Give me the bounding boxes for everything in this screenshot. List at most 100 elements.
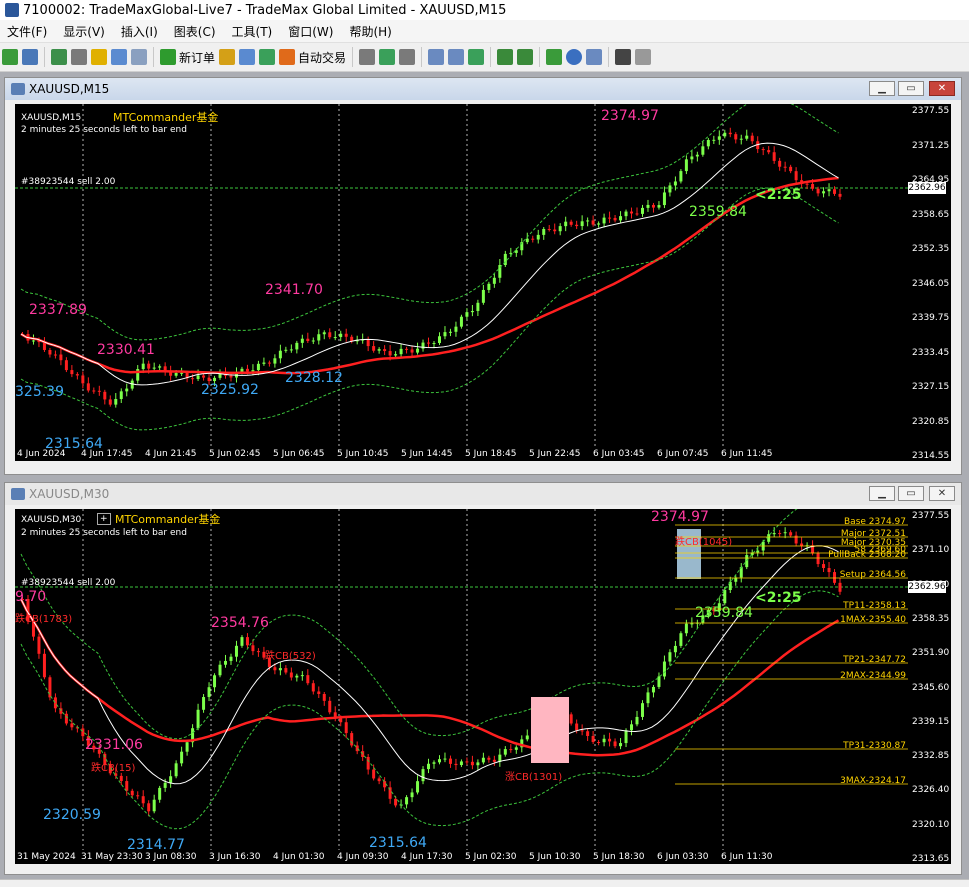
autoscroll-button[interactable]	[497, 46, 514, 68]
minimize-button[interactable]: ▁	[869, 81, 895, 96]
navigator-button[interactable]	[91, 46, 107, 68]
maximize-button[interactable]: ▭	[898, 81, 924, 96]
candle-body	[580, 221, 584, 227]
bar-chart-button[interactable]	[359, 46, 376, 68]
close-button[interactable]: ✕	[929, 486, 955, 501]
candle-body	[822, 564, 826, 569]
candle-body	[256, 363, 260, 371]
candle-body	[229, 656, 233, 661]
candle-body	[328, 700, 332, 713]
tile-button[interactable]	[468, 46, 485, 68]
menu-insert[interactable]: 插入(I)	[114, 23, 167, 40]
candle-body	[125, 388, 129, 392]
crosshair-icon	[71, 49, 87, 65]
clock-icon	[566, 49, 583, 65]
menu-charts[interactable]: 图表(C)	[167, 23, 225, 40]
candle-body	[196, 709, 200, 729]
market-watch-button[interactable]	[51, 46, 67, 68]
ma-fast-line	[20, 545, 839, 785]
menu-tools[interactable]: 工具(T)	[225, 23, 282, 40]
indicators-icon	[546, 49, 563, 65]
candle-body	[602, 217, 606, 224]
window-titlebar[interactable]: XAUUSD,M15 ▁ ▭ ✕	[5, 78, 961, 100]
templates-button[interactable]	[586, 46, 603, 68]
candle-body	[827, 568, 831, 573]
candle-body	[251, 645, 255, 652]
candle-body	[437, 336, 441, 344]
price-axis[interactable]: 2377.552371.102364.802358.352351.902345.…	[908, 509, 951, 864]
swing-label: 2315.64	[369, 835, 427, 851]
candle-body	[262, 362, 266, 364]
crosshair-tool-icon	[635, 49, 652, 65]
maximize-button[interactable]: ▭	[898, 486, 924, 501]
gold-button[interactable]	[219, 46, 236, 68]
candle-body	[640, 207, 644, 214]
swing-label: 2325.92	[201, 382, 259, 398]
time-tick-label: 5 Jun 02:45	[209, 449, 261, 459]
candle-body	[147, 363, 151, 369]
terminal-button[interactable]	[111, 46, 127, 68]
cursor-button[interactable]	[615, 46, 632, 68]
auto-trading-button[interactable]: 自动交易	[279, 46, 346, 68]
candle-body	[394, 798, 398, 806]
periods-button[interactable]	[566, 46, 583, 68]
candle-body	[141, 363, 145, 370]
star-icon	[91, 49, 107, 65]
price-tick-label: 2371.10	[912, 545, 950, 556]
time-tick-label: 6 Jun 03:45	[593, 449, 645, 459]
candle-body	[613, 217, 617, 221]
candle-body	[783, 166, 787, 168]
candle-body	[344, 333, 348, 337]
menu-view[interactable]: 显示(V)	[56, 23, 114, 40]
candle-body	[684, 623, 688, 634]
candle-body	[366, 756, 370, 770]
expand-toggle[interactable]: +	[97, 513, 111, 525]
candle-body	[811, 184, 815, 189]
candle-body	[213, 377, 217, 382]
price-tick-label: 2377.55	[912, 106, 950, 116]
candle-body	[575, 723, 579, 731]
signals-button[interactable]	[259, 46, 276, 68]
zoom-in-button[interactable]	[428, 46, 445, 68]
candle-body	[317, 691, 321, 694]
tester-button[interactable]	[131, 46, 147, 68]
new-chart-button[interactable]	[2, 46, 18, 68]
chart-plot[interactable]: XAUUSD,M30 + MTCommander基金 2 minutes 25 …	[15, 509, 908, 864]
price-axis[interactable]: 2377.55 2371.25 2364.95 2358.65 2352.35 2346.…	[908, 104, 951, 461]
terminal-icon	[111, 49, 127, 65]
candle-body	[240, 637, 244, 646]
candle-body	[767, 534, 771, 542]
zoom-in-icon	[428, 49, 445, 65]
candle-body	[454, 763, 458, 766]
market-watch-icon	[51, 49, 67, 65]
experts-button[interactable]	[239, 46, 256, 68]
candle-body	[174, 763, 178, 777]
candle-body	[416, 348, 420, 353]
close-button[interactable]: ✕	[929, 81, 955, 96]
time-tick-label: 5 Jun 10:30	[529, 852, 581, 862]
candle-body	[816, 188, 820, 194]
candle-chart-button[interactable]	[379, 46, 396, 68]
candle-body	[492, 759, 496, 762]
data-window-button[interactable]	[71, 46, 87, 68]
candle-body	[136, 795, 140, 797]
candle-body	[251, 370, 255, 372]
window-titlebar[interactable]: XAUUSD,M30 ▁ ▭ ✕	[5, 483, 961, 505]
crosshair-button[interactable]	[635, 46, 652, 68]
chart-plot[interactable]: XAUUSD,M15 MTCommander基金 2 minutes 25 se…	[15, 104, 908, 461]
zoom-out-button[interactable]	[448, 46, 465, 68]
candle-body	[53, 354, 57, 356]
menu-help[interactable]: 帮助(H)	[342, 23, 400, 40]
indicators-button[interactable]	[546, 46, 563, 68]
new-order-button[interactable]: 新订单	[160, 46, 215, 68]
menu-file[interactable]: 文件(F)	[0, 23, 56, 40]
candle-body	[245, 368, 249, 372]
chart-shift-button[interactable]	[517, 46, 534, 68]
minimize-button[interactable]: ▁	[869, 486, 895, 501]
profiles-icon	[22, 49, 38, 65]
line-chart-button[interactable]	[399, 46, 416, 68]
menu-window[interactable]: 窗口(W)	[281, 23, 342, 40]
profiles-button[interactable]	[22, 46, 38, 68]
candle-body	[163, 782, 167, 788]
candle-body	[619, 216, 623, 221]
